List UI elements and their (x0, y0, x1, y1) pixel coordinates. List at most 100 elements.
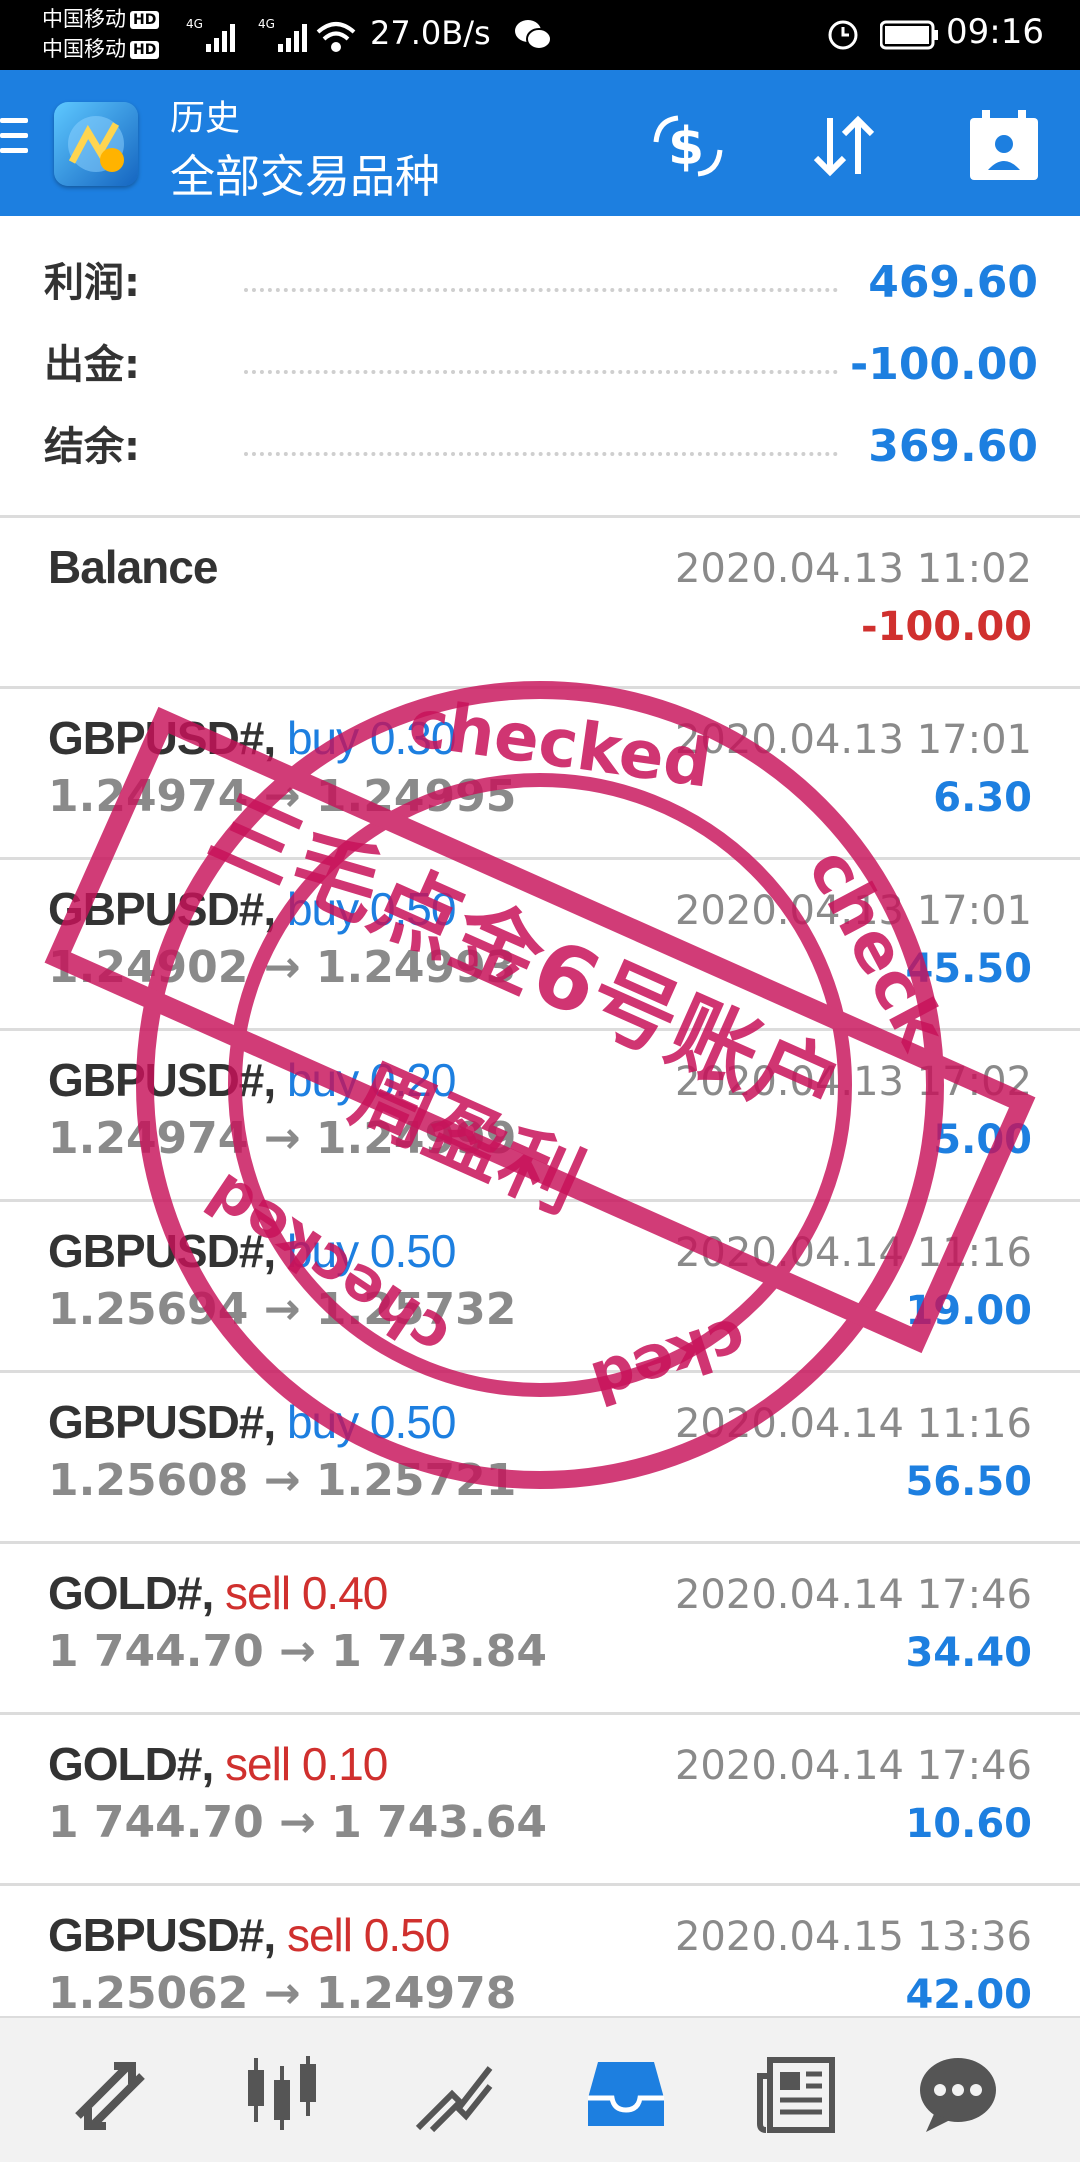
trade-row[interactable]: GBPUSD#, buy 0.50 1.25694 → 1.25732 2020… (0, 1202, 1080, 1373)
trade-row[interactable]: GOLD#, sell 0.40 1 744.70 → 1 743.84 202… (0, 1544, 1080, 1715)
carrier-1: 中国移动 HD (42, 4, 160, 34)
trade-row[interactable]: GBPUSD#, buy 0.30 1.24974 → 1.24995 2020… (0, 689, 1080, 860)
carrier-1-name: 中国移动 (42, 7, 126, 31)
trade-profit: 56.50 (905, 1459, 1032, 1505)
trade-title: GOLD#, sell 0.40 (48, 1566, 388, 1620)
hd-badge: HD (130, 11, 160, 29)
trade-profit: 19.00 (905, 1288, 1032, 1334)
trade-time: 2020.04.13 11:02 (674, 546, 1032, 592)
trade-row[interactable]: GBPUSD#, buy 0.50 1.25608 → 1.25721 2020… (0, 1373, 1080, 1544)
trade-prices: 1 744.70 → 1 743.64 (48, 1797, 547, 1848)
trade-profit: -100.00 (861, 604, 1032, 650)
trade-prices: 1 744.70 → 1 743.84 (48, 1626, 547, 1677)
status-bar: 中国移动 HD 中国移动 HD 4G 4G 27.0B/s 09:16 (0, 0, 1080, 70)
trade-side: buy 0.30 (286, 712, 456, 764)
network-type-2: 4G (258, 17, 275, 31)
dot-leader (244, 370, 838, 374)
dot-leader (244, 288, 838, 292)
trade-symbol: GBPUSD#, (48, 1909, 276, 1961)
svg-text:$: $ (668, 117, 704, 177)
dot-leader (244, 452, 838, 456)
trade-title: Balance (48, 540, 218, 594)
history-inbox-icon[interactable] (584, 2052, 668, 2136)
trade-symbol: GBPUSD#, (48, 883, 276, 935)
sort-icon[interactable] (804, 106, 884, 186)
trade-row[interactable]: Balance 2020.04.13 11:02 -100.00 (0, 518, 1080, 689)
summary-value: 469.60 (868, 257, 1038, 308)
trade-title: GBPUSD#, sell 0.50 (48, 1908, 450, 1962)
history-summary: 利润: 469.60 出金: -100.00 结余: 369.60 (0, 216, 1080, 516)
trade-symbol: GBPUSD#, (48, 1054, 276, 1106)
trade-symbol: Balance (48, 541, 218, 593)
trade-profit: 42.00 (905, 1972, 1032, 2018)
trade-side: sell 0.40 (225, 1567, 388, 1619)
trade-symbol: GBPUSD#, (48, 1225, 276, 1277)
trade-title: GBPUSD#, buy 0.50 (48, 1224, 456, 1278)
trade-profit: 5.00 (933, 1117, 1032, 1163)
app-bar: 历史 全部交易品种 $ (0, 70, 1080, 216)
page-subtitle: 历史 (170, 99, 241, 139)
trade-title: GBPUSD#, buy 0.50 (48, 1395, 456, 1449)
calendar-person-icon[interactable] (964, 106, 1044, 186)
wechat-icon (514, 18, 552, 56)
summary-row-withdrawal: 出金: -100.00 (44, 330, 1038, 400)
network-type-1: 4G (186, 17, 203, 31)
trade-row[interactable]: GBPUSD#, buy 0.50 1.24902 → 1.24993 2020… (0, 860, 1080, 1031)
trade-time: 2020.04.14 11:16 (674, 1401, 1032, 1447)
battery-icon (879, 20, 940, 54)
quotes-icon[interactable] (68, 2052, 152, 2136)
menu-icon[interactable] (0, 118, 28, 163)
trade-title: GBPUSD#, buy 0.50 (48, 882, 456, 936)
summary-label: 结余: (44, 424, 140, 470)
alarm-icon (825, 16, 861, 56)
trade-time: 2020.04.14 17:46 (674, 1743, 1032, 1789)
summary-label: 利润: (44, 260, 140, 306)
carrier-info: 中国移动 HD 中国移动 HD (42, 4, 160, 64)
trade-prices: 1.24974 → 1.24999 (48, 1113, 517, 1164)
summary-value: -100.00 (849, 339, 1038, 390)
deposit-dollar-icon[interactable]: $ (648, 106, 728, 186)
trade-row[interactable]: GOLD#, sell 0.10 1 744.70 → 1 743.64 202… (0, 1715, 1080, 1886)
trade-prices: 1.25608 → 1.25721 (48, 1455, 517, 1506)
summary-row-balance: 结余: 369.60 (44, 412, 1038, 482)
trade-profit: 10.60 (905, 1801, 1032, 1847)
trade-side: sell 0.50 (286, 1909, 450, 1961)
trade-time: 2020.04.13 17:02 (674, 1059, 1032, 1105)
trade-prices: 1.24902 → 1.24993 (48, 942, 517, 993)
trade-side: buy 0.20 (286, 1054, 456, 1106)
trade-icon[interactable] (412, 2052, 496, 2136)
carrier-2: 中国移动 HD (42, 34, 160, 64)
trade-prices: 1.24974 → 1.24995 (48, 771, 517, 822)
network-speed: 27.0B/s (370, 14, 491, 52)
trade-profit: 34.40 (905, 1630, 1032, 1676)
trade-profit: 6.30 (933, 775, 1032, 821)
trade-time: 2020.04.13 17:01 (674, 717, 1032, 763)
trade-time: 2020.04.14 11:16 (674, 1230, 1032, 1276)
trade-title: GOLD#, sell 0.10 (48, 1737, 388, 1791)
chat-icon[interactable] (916, 2052, 1000, 2136)
chart-candles-icon[interactable] (240, 2052, 324, 2136)
trade-time: 2020.04.15 13:36 (674, 1914, 1032, 1960)
carrier-2-name: 中国移动 (42, 37, 126, 61)
trade-side: buy 0.50 (286, 1396, 456, 1448)
news-icon[interactable] (756, 2052, 840, 2136)
trade-prices: 1.25062 → 1.24978 (48, 1968, 517, 2019)
trade-title: GBPUSD#, buy 0.20 (48, 1053, 456, 1107)
metatrader-logo-icon[interactable] (54, 102, 138, 186)
trade-side: sell 0.10 (225, 1738, 388, 1790)
trade-symbol: GBPUSD#, (48, 1396, 276, 1448)
trade-side: buy 0.50 (286, 1225, 456, 1277)
trade-prices: 1.25694 → 1.25732 (48, 1284, 517, 1335)
trade-symbol: GOLD#, (48, 1567, 214, 1619)
trade-symbol: GBPUSD#, (48, 712, 276, 764)
trade-symbol: GOLD#, (48, 1738, 214, 1790)
summary-row-profit: 利润: 469.60 (44, 248, 1038, 318)
trade-time: 2020.04.14 17:46 (674, 1572, 1032, 1618)
page-title[interactable]: 全部交易品种 (170, 140, 440, 205)
bottom-navigation (0, 2016, 1080, 2162)
trade-row[interactable]: GBPUSD#, buy 0.20 1.24974 → 1.24999 2020… (0, 1031, 1080, 1202)
summary-label: 出金: (44, 342, 140, 388)
clock: 09:16 (946, 12, 1044, 52)
wifi-icon (316, 22, 356, 52)
hd-badge-2: HD (130, 41, 160, 59)
